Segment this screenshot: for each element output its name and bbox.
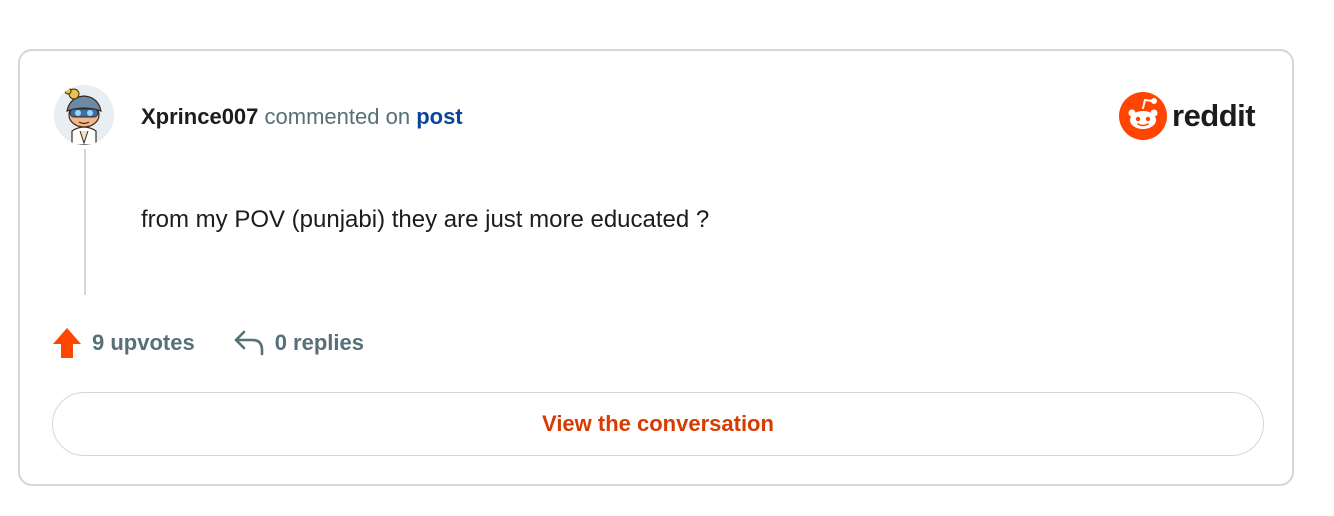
reply-arrow-icon (234, 330, 264, 356)
snoo-avatar-icon (54, 85, 114, 145)
comment-body: from my POV (punjabi) they are just more… (141, 206, 710, 233)
view-conversation-button[interactable]: View the conversation (52, 392, 1264, 456)
reddit-wordmark: reddit (1172, 98, 1256, 133)
replies-stat[interactable]: 0 replies (233, 329, 364, 357)
upvotes-count: 9 upvotes (92, 330, 195, 355)
thread-line (84, 149, 86, 295)
comment-header: Xprince007 commented on post (141, 103, 463, 131)
post-link[interactable]: post (416, 104, 462, 129)
reddit-comment-embed-card: Xprince007 commented on post reddit from… (18, 49, 1294, 486)
reddit-logo-icon (1119, 92, 1167, 140)
reddit-logo[interactable]: reddit (1118, 91, 1256, 141)
author-avatar[interactable] (54, 85, 114, 145)
upvote-arrow-icon (53, 328, 81, 358)
replies-count: 0 replies (274, 330, 364, 355)
author-username[interactable]: Xprince007 (141, 104, 258, 129)
comment-stats: 9 upvotes 0 replies (52, 325, 364, 361)
action-text: commented on (264, 104, 411, 129)
upvotes-stat[interactable]: 9 upvotes (52, 327, 195, 359)
